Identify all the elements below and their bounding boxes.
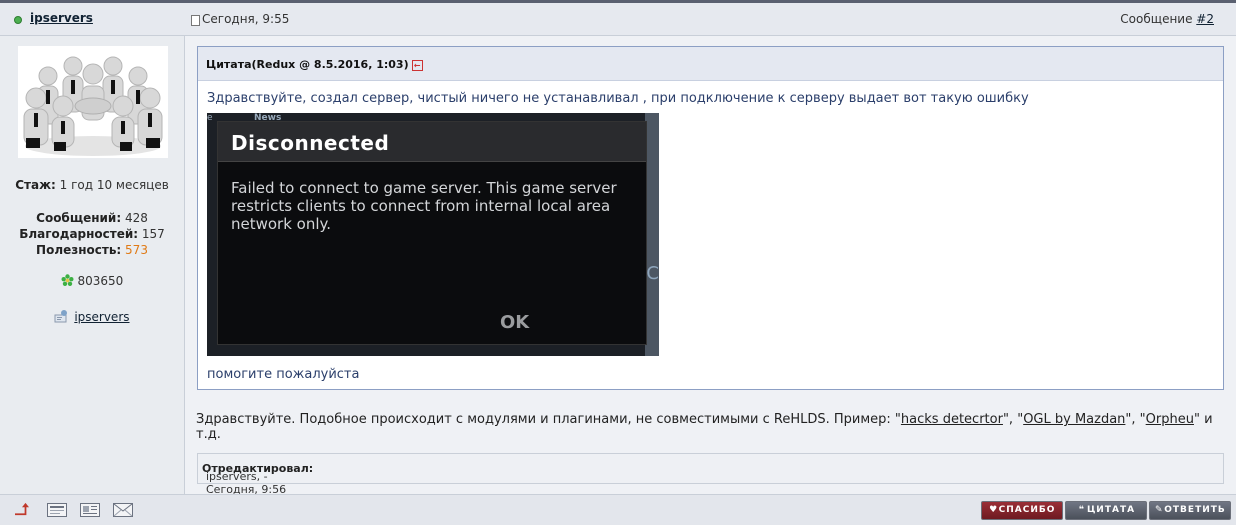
messages-stat: Сообщений: 428 xyxy=(0,211,184,225)
screenshot-right-fragment: С xyxy=(646,263,659,284)
author-link[interactable]: ipservers xyxy=(30,11,93,25)
messages-label: Сообщений: xyxy=(36,211,122,225)
user-sidebar: Стаж: 1 год 10 месяцев Сообщений: 428 Бл… xyxy=(0,36,185,494)
messages-value: 428 xyxy=(121,211,148,225)
post-footer: ♥СПАСИБО ❝ ЦИТАТА ✎ОТВЕТИТЬ xyxy=(0,494,1236,525)
post-date: Сегодня, 9:55 xyxy=(202,12,290,26)
contact-name-link[interactable]: ipservers xyxy=(74,310,129,324)
icq-number: 803650 xyxy=(77,274,124,288)
experience-stat: Стаж: 1 год 10 месяцев xyxy=(0,178,184,192)
thanks-label: Благодарностей: xyxy=(19,227,139,241)
experience-label: Стаж: xyxy=(15,178,56,192)
thanks-button[interactable]: ♥СПАСИБО xyxy=(981,501,1063,520)
post-number-label: Сообщение xyxy=(1120,12,1197,26)
disconnected-dialog: Disconnected Failed to connect to game s… xyxy=(217,121,647,345)
document-icon xyxy=(191,15,200,26)
avatar xyxy=(18,46,168,158)
quote-block: Цитата(Redux @ 8.5.2016, 1:03) ← Здравств… xyxy=(197,46,1224,390)
edited-note-text: Отредактировал: ipservers, - Сегодня, 9:… xyxy=(202,462,313,496)
screenshot-edge xyxy=(645,113,659,356)
icq-flower-icon xyxy=(61,274,74,286)
post-header: ipservers Сегодня, 9:55 Сообщение #2 xyxy=(0,3,1236,36)
quote-after-text: помогите пожалуйста xyxy=(207,367,360,382)
thanks-value: 157 xyxy=(138,227,165,241)
quote-text: Здравствуйте, создал сервер, чистый ниче… xyxy=(207,91,1029,106)
quote-title: Цитата(Redux @ 8.5.2016, 1:03) ← xyxy=(206,58,423,71)
usefulness-label: Полезность: xyxy=(36,243,122,257)
usefulness-value: 573 xyxy=(121,243,148,257)
heart-icon: ♥ xyxy=(989,505,999,515)
quote-title-text: Цитата(Redux @ 8.5.2016, 1:03) xyxy=(206,58,409,71)
reply-text-before: Здравствуйте. Подобное происходит с моду… xyxy=(196,412,901,427)
profile-card-icon[interactable] xyxy=(80,503,100,517)
reply-bubble-icon: ✎ xyxy=(1154,505,1164,515)
dialog-title: Disconnected xyxy=(231,131,390,155)
hacks-detector-link[interactable]: hacks detecrtor xyxy=(901,412,1003,427)
report-icon[interactable] xyxy=(47,503,67,517)
quote-button[interactable]: ❝ ЦИТАТА xyxy=(1065,501,1147,520)
reply-button-label: ОТВЕТИТЬ xyxy=(1164,505,1226,515)
edited-value: ipservers, - Сегодня, 9:56 xyxy=(206,470,287,496)
ogl-by-mazdan-link[interactable]: OGL by Mazdan xyxy=(1023,412,1125,427)
screenshot-left-fragment: е xyxy=(207,113,213,123)
post-number-link[interactable]: #2 xyxy=(1196,12,1214,26)
reply-sep-1: ", " xyxy=(1002,412,1024,427)
quote-bubble-icon: ❝ xyxy=(1078,505,1086,515)
reply-text: Здравствуйте. Подобное происходит с моду… xyxy=(196,412,1226,442)
post-body: Цитата(Redux @ 8.5.2016, 1:03) ← Здравств… xyxy=(185,36,1236,496)
online-status-icon xyxy=(14,16,22,24)
usefulness-stat: Полезность: 573 xyxy=(0,243,184,257)
quote-header: Цитата(Redux @ 8.5.2016, 1:03) ← xyxy=(198,47,1223,81)
profile-contact[interactable]: ipservers xyxy=(0,309,184,324)
thanks-stat: Благодарностей: 157 xyxy=(0,227,184,241)
go-to-top-icon[interactable] xyxy=(12,502,32,516)
dialog-title-bar: Disconnected xyxy=(218,122,646,162)
go-to-quote-icon[interactable]: ← xyxy=(411,59,423,71)
post-number: Сообщение #2 xyxy=(1120,12,1214,26)
team-avatar-icon xyxy=(18,46,168,158)
edited-note: Отредактировал: ipservers, - Сегодня, 9:… xyxy=(197,453,1224,496)
quote-button-label: ЦИТАТА xyxy=(1086,505,1136,515)
experience-value: 1 год 10 месяцев xyxy=(55,178,169,192)
thanks-button-label: СПАСИБО xyxy=(998,505,1056,515)
envelope-icon[interactable] xyxy=(113,503,133,517)
orpheu-link[interactable]: Orpheu xyxy=(1146,412,1194,427)
dialog-message: Failed to connect to game server. This g… xyxy=(231,179,617,233)
reply-button[interactable]: ✎ОТВЕТИТЬ xyxy=(1149,501,1231,520)
dialog-ok-label: OK xyxy=(500,312,530,333)
contact-card-icon xyxy=(54,310,68,323)
attached-screenshot: е News С Disconnected Failed to connect … xyxy=(207,113,659,356)
reply-sep-2: ", " xyxy=(1125,412,1146,427)
icq-contact: 803650 xyxy=(0,274,184,288)
